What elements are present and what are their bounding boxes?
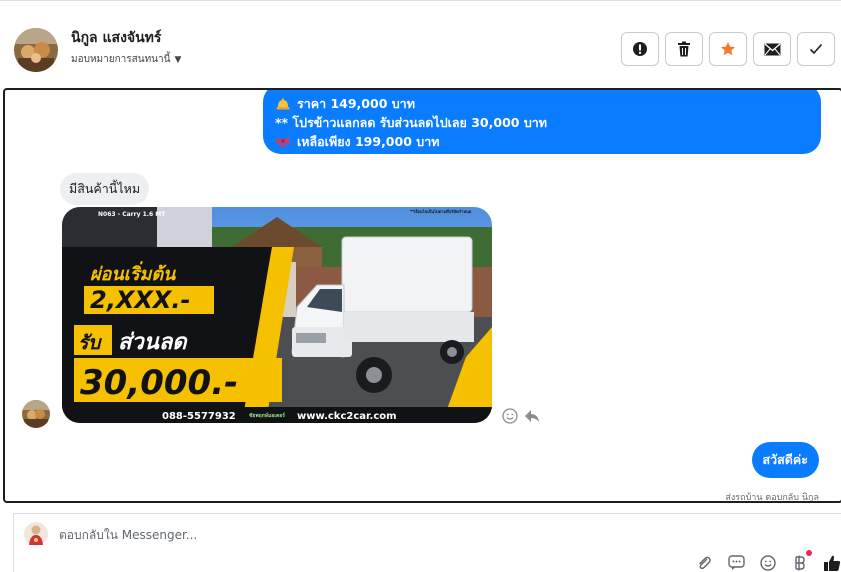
contact-name: นิกูล แสงจันทร์ [71,30,162,46]
message-input[interactable]: ตอบกลับใน Messenger... [59,526,197,545]
page-avatar [24,522,48,546]
promo-line: ** โปรข้าวแลกลด รับส่วนลดไปเลย 30,000 บา… [275,115,548,130]
paperclip-icon [699,556,711,570]
assign-conversation-dropdown[interactable]: มอบหมายการสนทนานี้ ▼ [71,52,181,67]
contact-avatar[interactable] [14,28,58,72]
ad-fine-print: **เงื่อนไขเป็นไปตามที่บริษัทกำหนด [410,208,472,214]
delete-button[interactable] [665,32,703,66]
ad-amount-2: 30,000.- [80,363,238,403]
ad-website: www.ckc2car.com [297,411,397,422]
header-actions [621,32,835,66]
emoji-icon [760,555,776,571]
smiley-react-icon[interactable] [502,408,518,424]
star-button[interactable] [709,32,747,66]
ad-brand: ชัยพฤกษ์มอเตอร์ [249,412,285,419]
reply-composer: ตอบกลับใน Messenger... [13,513,841,572]
ad-headline-2-box: รับ [78,332,102,354]
messenger-inbox: นิกูล แสงจันทร์ มอบหมายการสนทนานี้ ▼ ราค… [0,0,841,572]
caret-down-icon: ▼ [174,54,182,65]
star-icon [721,42,735,56]
chat-bubble-icon [727,555,745,570]
like-button[interactable] [823,554,841,572]
attach-button[interactable] [695,554,713,572]
alert-icon [633,42,647,56]
final-price-line: เหลือเพียง 199,000 บาท [297,134,440,149]
payment-button[interactable] [791,550,812,572]
notification-dot [806,550,812,556]
ad-headline-1: ผ่อนเริ่มต้น [90,261,177,285]
ad-phone: 088-5577932 [162,411,236,422]
assign-label: มอบหมายการสนทนานี้ [71,54,171,65]
seen-note: ส่งรถบ้าน ตอบกลับ นิกูล [725,493,819,503]
done-button[interactable] [797,32,835,66]
ribbon-emoji-icon [277,136,289,148]
message-thread[interactable]: ราคา 149,000 บาท ** โปรข้าวแลกลด รับส่วน… [3,88,841,503]
ad-headline-2: ส่วนลด [118,330,188,355]
reply-icon[interactable] [524,408,540,424]
incoming-message: มีสินค้านี้ไหม [60,173,150,205]
conversation-header: นิกูล แสงจันทร์ มอบหมายการสนทนานี้ ▼ [0,0,841,88]
envelope-icon [764,43,780,55]
saved-replies-button[interactable] [727,554,745,572]
mark-unread-button[interactable] [753,32,791,66]
check-icon [809,43,823,55]
composer-tools [695,550,841,572]
currency-icon [795,555,805,571]
trash-icon [678,41,690,57]
incoming-ad-image[interactable]: N063 - Carry 1.6 MT **เงื่อนไขเป็นไปตามท… [62,207,492,423]
outgoing-reply: สวัสดีค่ะ [751,442,819,478]
bell-emoji-icon [276,97,290,109]
sender-avatar[interactable] [22,400,50,428]
outgoing-message-card: ราคา 149,000 บาท ** โปรข้าวแลกลด รับส่วน… [263,90,821,154]
price-line: ราคา 149,000 บาท [297,96,415,111]
ad-model-text: N063 - Carry 1.6 MT [98,211,166,218]
thumbs-up-icon [824,555,841,571]
emoji-button[interactable] [759,554,777,572]
report-button[interactable] [621,32,659,66]
ad-amount-1: 2,XXX.- [90,286,190,314]
